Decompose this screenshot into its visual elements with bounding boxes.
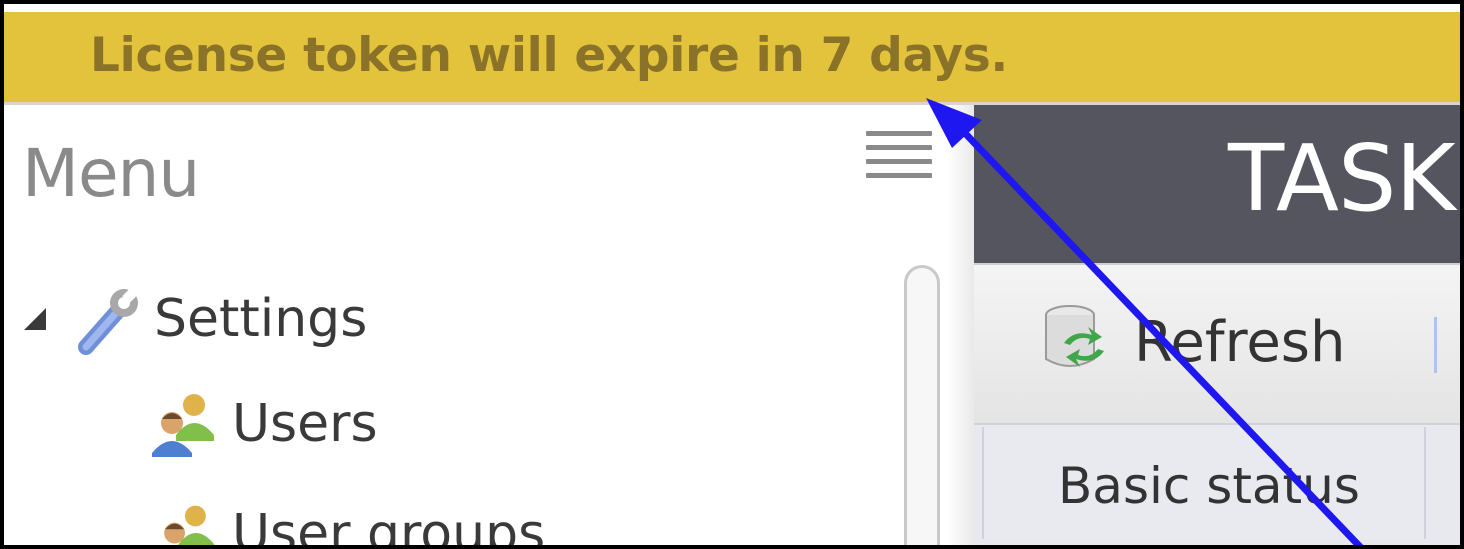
column-header-basic-status[interactable]: Basic status (982, 427, 1426, 539)
menu-scrollbar[interactable] (904, 265, 940, 545)
task-panel-header: TASK (974, 105, 1460, 263)
refresh-button[interactable]: Refresh (1040, 303, 1345, 381)
database-refresh-icon (1040, 303, 1110, 381)
task-panel-title: TASK (1228, 125, 1456, 232)
user-groups-icon (150, 499, 220, 545)
menu-panel: Menu Settings Users User groups (4, 105, 968, 549)
menu-item-user-groups[interactable]: User groups (150, 499, 546, 549)
license-banner: License token will expire in 7 days. (4, 12, 1460, 105)
menu-item-label: Users (232, 394, 378, 454)
users-icon (146, 389, 220, 459)
menu-item-label: Settings (154, 289, 368, 349)
license-warning-text: License token will expire in 7 days. (90, 28, 1008, 83)
task-toolbar: Refresh (974, 263, 1460, 425)
screenshot-frame: License token will expire in 7 days. Men… (0, 0, 1464, 549)
refresh-label: Refresh (1134, 309, 1346, 375)
wrench-icon (72, 283, 144, 355)
hamburger-menu-icon[interactable] (866, 131, 932, 191)
menu-item-label: User groups (232, 504, 546, 549)
expand-arrow-icon[interactable] (24, 308, 46, 330)
column-header-label: Basic status (1058, 457, 1360, 515)
menu-item-users[interactable]: Users (146, 389, 378, 459)
menu-item-settings[interactable]: Settings (24, 283, 367, 355)
toolbar-separator (1434, 317, 1437, 373)
panel-divider (948, 105, 974, 545)
grid-header: Basic status (974, 423, 1460, 545)
menu-title: Menu (22, 135, 200, 212)
